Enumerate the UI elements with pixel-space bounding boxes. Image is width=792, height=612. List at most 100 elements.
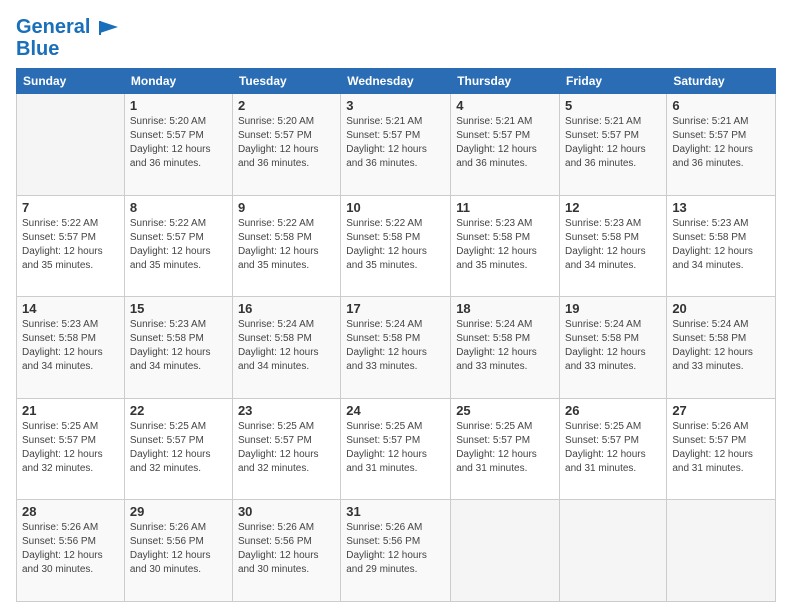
day-info: Sunrise: 5:22 AM Sunset: 5:58 PM Dayligh… (238, 217, 335, 273)
calendar-header-row: SundayMondayTuesdayWednesdayThursdayFrid… (17, 69, 776, 94)
day-cell: 4Sunrise: 5:21 AM Sunset: 5:57 PM Daylig… (451, 94, 560, 196)
day-number: 14 (22, 301, 119, 316)
day-cell: 20 Sunrise: 5:24 AM Sunset: 5:58 PM Dayli… (667, 297, 776, 399)
day-number: 22 (130, 403, 227, 418)
day-number: 31 (346, 504, 445, 519)
day-info: Sunrise: 5:23 AM Sunset: 5:58 PM Dayligh… (130, 318, 227, 374)
day-cell: 31Sunrise: 5:26 AM Sunset: 5:56 PM Dayli… (341, 500, 451, 602)
day-cell: 21 Sunrise: 5:25 AM Sunset: 5:57 PM Dayli… (17, 398, 125, 500)
day-cell: 6Sunrise: 5:21 AM Sunset: 5:57 PM Daylig… (667, 94, 776, 196)
day-number: 13 (672, 200, 770, 215)
day-info: Sunrise: 5:22 AM Sunset: 5:57 PM Dayligh… (130, 217, 227, 273)
day-number: 12 (565, 200, 661, 215)
day-cell: 29 Sunrise: 5:26 AM Sunset: 5:56 PM Dayli… (124, 500, 232, 602)
day-cell: 5 Sunrise: 5:21 AM Sunset: 5:57 PM Daylig… (560, 94, 667, 196)
day-info: Sunrise: 5:21 AM Sunset: 5:57 PM Dayligh… (565, 115, 661, 171)
day-cell: 13 Sunrise: 5:23 AM Sunset: 5:58 PM Dayli… (667, 195, 776, 297)
day-info: Sunrise: 5:24 AM Sunset: 5:58 PM Dayligh… (672, 318, 770, 374)
day-info: Sunrise: 5:26 AM Sunset: 5:56 PM Dayligh… (130, 521, 227, 577)
day-info: Sunrise: 5:25 AM Sunset: 5:57 PM Dayligh… (456, 420, 554, 476)
day-cell: 17 Sunrise: 5:24 AM Sunset: 5:58 PM Dayli… (341, 297, 451, 399)
day-cell: 11Sunrise: 5:23 AM Sunset: 5:58 PM Dayli… (451, 195, 560, 297)
day-number: 17 (346, 301, 445, 316)
day-number: 3 (346, 98, 445, 113)
col-header-wednesday: Wednesday (341, 69, 451, 94)
day-number: 5 (565, 98, 661, 113)
day-number: 7 (22, 200, 119, 215)
day-info: Sunrise: 5:25 AM Sunset: 5:57 PM Dayligh… (565, 420, 661, 476)
day-number: 18 (456, 301, 554, 316)
day-number: 19 (565, 301, 661, 316)
day-number: 10 (346, 200, 445, 215)
day-cell: 12 Sunrise: 5:23 AM Sunset: 5:58 PM Dayli… (560, 195, 667, 297)
day-number: 26 (565, 403, 661, 418)
day-number: 15 (130, 301, 227, 316)
day-info: Sunrise: 5:21 AM Sunset: 5:57 PM Dayligh… (672, 115, 770, 171)
day-info: Sunrise: 5:26 AM Sunset: 5:56 PM Dayligh… (22, 521, 119, 577)
col-header-saturday: Saturday (667, 69, 776, 94)
day-info: Sunrise: 5:23 AM Sunset: 5:58 PM Dayligh… (565, 217, 661, 273)
day-info: Sunrise: 5:25 AM Sunset: 5:57 PM Dayligh… (346, 420, 445, 476)
day-cell: 14 Sunrise: 5:23 AM Sunset: 5:58 PM Dayli… (17, 297, 125, 399)
day-cell (451, 500, 560, 602)
col-header-friday: Friday (560, 69, 667, 94)
day-cell: 27 Sunrise: 5:26 AM Sunset: 5:57 PM Dayli… (667, 398, 776, 500)
day-cell (667, 500, 776, 602)
day-number: 27 (672, 403, 770, 418)
day-number: 29 (130, 504, 227, 519)
day-number: 23 (238, 403, 335, 418)
day-number: 21 (22, 403, 119, 418)
day-cell: 28 Sunrise: 5:26 AM Sunset: 5:56 PM Dayli… (17, 500, 125, 602)
day-info: Sunrise: 5:24 AM Sunset: 5:58 PM Dayligh… (456, 318, 554, 374)
day-info: Sunrise: 5:25 AM Sunset: 5:57 PM Dayligh… (22, 420, 119, 476)
day-info: Sunrise: 5:21 AM Sunset: 5:57 PM Dayligh… (346, 115, 445, 171)
day-cell: 26 Sunrise: 5:25 AM Sunset: 5:57 PM Dayli… (560, 398, 667, 500)
col-header-sunday: Sunday (17, 69, 125, 94)
day-number: 8 (130, 200, 227, 215)
day-cell: 30 Sunrise: 5:26 AM Sunset: 5:56 PM Dayli… (232, 500, 340, 602)
day-info: Sunrise: 5:24 AM Sunset: 5:58 PM Dayligh… (346, 318, 445, 374)
day-info: Sunrise: 5:22 AM Sunset: 5:57 PM Dayligh… (22, 217, 119, 273)
day-info: Sunrise: 5:22 AM Sunset: 5:58 PM Dayligh… (346, 217, 445, 273)
col-header-thursday: Thursday (451, 69, 560, 94)
logo-blue: Blue (16, 38, 120, 60)
header: General Blue (16, 16, 776, 60)
week-row-4: 21 Sunrise: 5:25 AM Sunset: 5:57 PM Dayli… (17, 398, 776, 500)
day-info: Sunrise: 5:23 AM Sunset: 5:58 PM Dayligh… (672, 217, 770, 273)
day-info: Sunrise: 5:26 AM Sunset: 5:56 PM Dayligh… (238, 521, 335, 577)
day-cell: 19 Sunrise: 5:24 AM Sunset: 5:58 PM Dayli… (560, 297, 667, 399)
day-cell (560, 500, 667, 602)
day-number: 11 (456, 200, 554, 215)
day-number: 25 (456, 403, 554, 418)
logo-flag-icon (98, 19, 120, 37)
day-number: 9 (238, 200, 335, 215)
week-row-2: 7 Sunrise: 5:22 AM Sunset: 5:57 PM Daylig… (17, 195, 776, 297)
day-cell: 1Sunrise: 5:20 AM Sunset: 5:57 PM Daylig… (124, 94, 232, 196)
day-info: Sunrise: 5:26 AM Sunset: 5:57 PM Dayligh… (672, 420, 770, 476)
day-cell: 16Sunrise: 5:24 AM Sunset: 5:58 PM Dayli… (232, 297, 340, 399)
day-number: 2 (238, 98, 335, 113)
day-number: 16 (238, 301, 335, 316)
day-cell: 23 Sunrise: 5:25 AM Sunset: 5:57 PM Dayli… (232, 398, 340, 500)
day-cell (17, 94, 125, 196)
day-info: Sunrise: 5:21 AM Sunset: 5:57 PM Dayligh… (456, 115, 554, 171)
day-info: Sunrise: 5:25 AM Sunset: 5:57 PM Dayligh… (130, 420, 227, 476)
day-cell: 22 Sunrise: 5:25 AM Sunset: 5:57 PM Dayli… (124, 398, 232, 500)
calendar-table: SundayMondayTuesdayWednesdayThursdayFrid… (16, 68, 776, 602)
day-info: Sunrise: 5:24 AM Sunset: 5:58 PM Dayligh… (565, 318, 661, 374)
week-row-5: 28 Sunrise: 5:26 AM Sunset: 5:56 PM Dayli… (17, 500, 776, 602)
day-info: Sunrise: 5:20 AM Sunset: 5:57 PM Dayligh… (130, 115, 227, 171)
col-header-monday: Monday (124, 69, 232, 94)
day-info: Sunrise: 5:23 AM Sunset: 5:58 PM Dayligh… (22, 318, 119, 374)
day-cell: 15 Sunrise: 5:23 AM Sunset: 5:58 PM Dayli… (124, 297, 232, 399)
day-cell: 10 Sunrise: 5:22 AM Sunset: 5:58 PM Dayli… (341, 195, 451, 297)
col-header-tuesday: Tuesday (232, 69, 340, 94)
day-number: 30 (238, 504, 335, 519)
page: General Blue SundayMondayTuesdayWednesda… (0, 0, 792, 612)
day-number: 20 (672, 301, 770, 316)
day-cell: 9 Sunrise: 5:22 AM Sunset: 5:58 PM Daylig… (232, 195, 340, 297)
day-number: 28 (22, 504, 119, 519)
day-cell: 2Sunrise: 5:20 AM Sunset: 5:57 PM Daylig… (232, 94, 340, 196)
day-cell: 7 Sunrise: 5:22 AM Sunset: 5:57 PM Daylig… (17, 195, 125, 297)
day-info: Sunrise: 5:25 AM Sunset: 5:57 PM Dayligh… (238, 420, 335, 476)
